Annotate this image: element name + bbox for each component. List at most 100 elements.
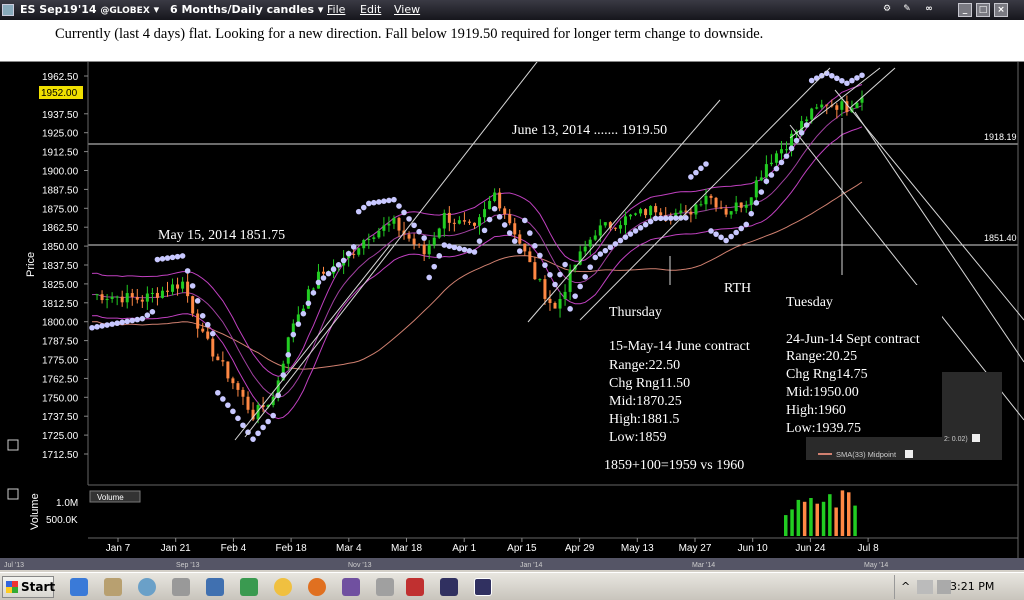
legend-checkbox[interactable]	[972, 434, 980, 442]
sar-dot	[481, 227, 488, 234]
sar-dot	[693, 169, 699, 176]
candle-body	[820, 104, 824, 108]
sar-dot	[612, 241, 619, 247]
sar-dot	[506, 230, 513, 236]
candle-body	[724, 208, 728, 215]
sar-dot	[476, 238, 483, 244]
price-chart[interactable]: 1962.50 1937.50 1925.00 1912.50 1900.00 1887.…	[0, 62, 1024, 570]
price-tick: 1775.00	[42, 356, 79, 367]
candle-body	[322, 271, 326, 274]
thursday-line: Chg Rng11.50	[609, 376, 690, 391]
menu-view[interactable]: View	[394, 3, 420, 16]
candle-body	[462, 220, 466, 222]
app-icon[interactable]	[376, 578, 394, 596]
candle-body	[593, 235, 597, 240]
candle-body	[518, 234, 522, 244]
sar-dot	[728, 233, 734, 240]
sar-dot	[365, 200, 372, 207]
app-icon[interactable]	[440, 578, 458, 596]
volume-bar	[821, 501, 826, 536]
ie-icon[interactable]	[70, 578, 88, 596]
annotation-rth: RTH	[724, 281, 751, 296]
period-selector[interactable]: 6 Months/Daily candles ▾	[170, 3, 323, 16]
price-tick: 1825.00	[42, 280, 79, 291]
candle-body	[478, 217, 482, 226]
candle-body	[155, 292, 159, 298]
candle-body	[840, 101, 844, 110]
app-icon[interactable]	[342, 578, 360, 596]
sar-dot	[330, 266, 337, 273]
candle-body	[613, 227, 617, 229]
sar-dot	[808, 77, 815, 84]
sar-dot	[104, 322, 110, 328]
close-icon[interactable]: ×	[994, 3, 1008, 17]
firefox-icon[interactable]	[308, 578, 326, 596]
network-icon[interactable]	[917, 580, 933, 594]
chevron-up-icon[interactable]: ^	[901, 580, 910, 593]
sar-dot	[300, 310, 307, 317]
sar-dot	[285, 352, 292, 358]
annotation-june13: June 13, 2014 ....... 1919.50	[512, 123, 667, 138]
app-icon[interactable]	[172, 578, 190, 596]
symbol-label[interactable]: ES Sep19'14 @GLOBEX ▾	[20, 3, 159, 16]
price-tick: 1937.50	[42, 110, 79, 121]
volume-icon[interactable]	[937, 580, 951, 594]
price-tick: 1962.50	[42, 72, 79, 83]
app-icon[interactable]	[406, 578, 424, 596]
app-icon[interactable]	[274, 578, 292, 596]
volume-bar	[840, 490, 845, 536]
price-tick: 1812.50	[42, 299, 79, 310]
sar-dot	[854, 75, 860, 81]
app-icon[interactable]	[206, 578, 224, 596]
start-button[interactable]: Start	[2, 576, 55, 598]
sar-dot	[335, 262, 342, 268]
sar-dot	[532, 242, 538, 249]
candle-body	[397, 217, 401, 231]
minimize-icon[interactable]: _	[958, 3, 972, 17]
candle-body	[729, 211, 733, 215]
sar-dot	[597, 251, 604, 257]
candle-body	[437, 228, 441, 238]
sar-dot	[859, 72, 865, 79]
price-tick: 1712.50	[42, 450, 79, 461]
sar-dot	[763, 178, 770, 185]
candle-body	[100, 294, 104, 301]
collapse-icon[interactable]	[7, 439, 19, 451]
candle-body	[754, 180, 758, 198]
price-tick: 1750.00	[42, 393, 79, 404]
app-icon[interactable]	[104, 578, 122, 596]
candle-body	[377, 230, 381, 238]
candle-body	[417, 244, 421, 246]
candle-body	[558, 298, 562, 309]
sar-dot	[209, 330, 216, 337]
note-text: Currently (last 4 days) flat. Looking fo…	[55, 26, 764, 42]
chevron-down-icon: ▾	[317, 3, 324, 16]
sar-dot	[632, 228, 639, 234]
sar-dot	[305, 300, 312, 307]
tools-icon[interactable]: ⚙	[880, 3, 894, 17]
volume-bar	[828, 494, 832, 536]
sar-dot	[698, 165, 704, 172]
link-icon[interactable]: ∞	[920, 3, 938, 17]
menu-edit[interactable]: Edit	[360, 3, 381, 16]
sar-dot	[562, 261, 568, 268]
date-tick: Mar 18	[391, 543, 423, 554]
sma-checkbox[interactable]	[905, 450, 913, 458]
price-tick: 1887.50	[42, 185, 79, 196]
volume-tick-500k: 500.0K	[46, 515, 78, 526]
sar-dot	[793, 137, 800, 144]
menu-file[interactable]: File	[327, 3, 345, 16]
sar-dot	[204, 321, 211, 328]
app-icon[interactable]	[474, 578, 492, 596]
close-pane-icon[interactable]	[7, 488, 19, 500]
app-icon[interactable]	[240, 578, 258, 596]
wrench-icon[interactable]: ✎	[900, 3, 914, 17]
candle-body	[779, 149, 783, 154]
price-tick: 1787.50	[42, 337, 79, 348]
maximize-icon[interactable]: □	[976, 3, 990, 17]
app-icon[interactable]	[138, 578, 156, 596]
candle-body	[165, 290, 169, 292]
candle-body	[176, 284, 180, 289]
sar-dot	[738, 225, 745, 232]
sar-dot	[295, 321, 302, 327]
